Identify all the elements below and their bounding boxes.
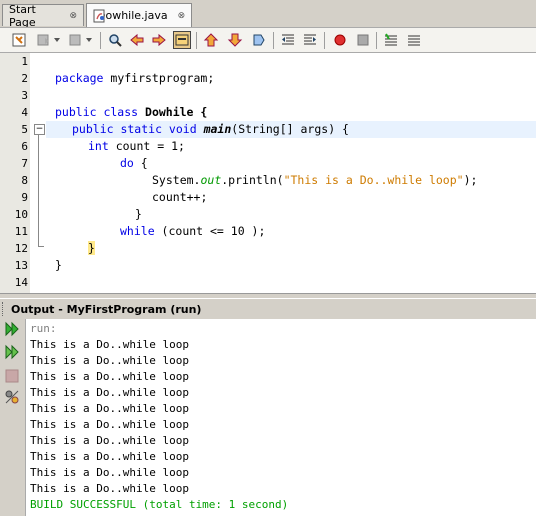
toggle-bookmark-icon[interactable] bbox=[250, 31, 268, 49]
drag-grip[interactable] bbox=[2, 302, 7, 316]
output-window-header[interactable]: Output - MyFirstProgram (run) bbox=[0, 298, 536, 319]
output-side-toolbar bbox=[0, 319, 25, 516]
chevron-down-icon[interactable] bbox=[84, 31, 94, 49]
toolbar-separator bbox=[100, 32, 101, 49]
output-line: This is a Do..while loop bbox=[30, 482, 189, 495]
line-number: 8 bbox=[21, 174, 28, 187]
line-number: 9 bbox=[21, 191, 28, 204]
toolbar-separator bbox=[196, 32, 197, 49]
settings-icon[interactable] bbox=[4, 389, 20, 405]
tab-label: Start Page bbox=[9, 2, 36, 29]
stop-icon[interactable] bbox=[4, 368, 20, 384]
code-line-11: while (count <= 10 ); bbox=[120, 224, 266, 238]
editor-tab-bar: Start Page ⊗ Dowhile.java ⊗ bbox=[0, 0, 536, 29]
line-number: 5 bbox=[21, 123, 28, 136]
uncomment-icon[interactable] bbox=[405, 31, 423, 49]
previous-bookmark-icon[interactable] bbox=[202, 31, 220, 49]
code-line-7: do { bbox=[120, 156, 148, 170]
code-line-8: System.out.println("This is a Do..while … bbox=[152, 173, 478, 187]
line-number: 10 bbox=[14, 208, 28, 221]
matched-brace: } bbox=[88, 241, 95, 255]
chevron-down-icon[interactable] bbox=[52, 31, 62, 49]
code-line-9: count++; bbox=[152, 190, 208, 204]
toolbar-separator bbox=[324, 32, 325, 49]
output-line: run: bbox=[30, 322, 57, 335]
code-line-2: package myfirstprogram; bbox=[55, 71, 215, 85]
shift-right-icon[interactable] bbox=[301, 31, 319, 49]
forward-icon[interactable] bbox=[66, 31, 84, 49]
code-line-13: } bbox=[55, 258, 62, 272]
fold-margin: − bbox=[30, 53, 46, 293]
line-number: 7 bbox=[21, 157, 28, 170]
output-line: This is a Do..while loop bbox=[30, 338, 189, 351]
toolbar-separator bbox=[376, 32, 377, 49]
line-number: 1 bbox=[21, 55, 28, 68]
tab-start-page[interactable]: Start Page ⊗ bbox=[2, 2, 84, 29]
code-line-6: int count = 1; bbox=[88, 139, 185, 153]
start-macro-icon[interactable] bbox=[331, 31, 349, 49]
output-console[interactable]: run: This is a Do..while loop This is a … bbox=[25, 319, 536, 516]
tab-label: Dowhile.java bbox=[97, 9, 168, 22]
close-icon[interactable]: ⊗ bbox=[178, 11, 186, 21]
line-number: 12 bbox=[14, 242, 28, 255]
next-bookmark-icon[interactable] bbox=[226, 31, 244, 49]
shift-left-icon[interactable] bbox=[279, 31, 297, 49]
rerun-icon[interactable] bbox=[4, 321, 20, 337]
output-title: Output - MyFirstProgram (run) bbox=[11, 302, 202, 316]
code-line-5: public static void main(String[] args) { bbox=[72, 122, 349, 136]
output-line: This is a Do..while loop bbox=[30, 370, 189, 383]
toolbar-separator bbox=[273, 32, 274, 49]
fold-collapse-icon[interactable]: − bbox=[34, 124, 45, 135]
line-number: 13 bbox=[14, 259, 28, 272]
output-line: This is a Do..while loop bbox=[30, 418, 189, 431]
output-line: This is a Do..while loop bbox=[30, 354, 189, 367]
output-line: This is a Do..while loop bbox=[30, 466, 189, 479]
line-number: 3 bbox=[21, 89, 28, 102]
line-number: 14 bbox=[14, 276, 28, 289]
output-line: This is a Do..while loop bbox=[30, 386, 189, 399]
comment-icon[interactable] bbox=[382, 31, 400, 49]
line-number: 2 bbox=[21, 72, 28, 85]
output-line: This is a Do..while loop bbox=[30, 434, 189, 447]
close-icon[interactable]: ⊗ bbox=[69, 11, 77, 21]
line-number: 11 bbox=[14, 225, 28, 238]
line-number: 4 bbox=[21, 106, 28, 119]
find-icon[interactable] bbox=[106, 31, 124, 49]
fold-line-end bbox=[38, 246, 44, 247]
tab-dowhile-java[interactable]: Dowhile.java ⊗ bbox=[86, 3, 192, 27]
build-status: BUILD SUCCESSFUL (total time: 1 second) bbox=[30, 498, 289, 511]
code-line-4: public class Dowhile { bbox=[55, 105, 208, 119]
find-next-icon[interactable] bbox=[150, 31, 168, 49]
back-icon[interactable] bbox=[34, 31, 52, 49]
fold-line bbox=[38, 135, 39, 246]
rerun-with-options-icon[interactable] bbox=[4, 344, 20, 360]
code-editor[interactable]: − 1 2 3 4 5 6 7 8 9 10 11 12 13 14 packa… bbox=[0, 53, 536, 294]
output-line: This is a Do..while loop bbox=[30, 402, 189, 415]
find-previous-icon[interactable] bbox=[128, 31, 146, 49]
toggle-highlight-icon[interactable] bbox=[173, 31, 191, 49]
code-line-10: } bbox=[135, 207, 142, 221]
line-number: 6 bbox=[21, 140, 28, 153]
source-history-icon[interactable] bbox=[10, 31, 28, 49]
code-line-12: } bbox=[88, 240, 95, 257]
stop-macro-icon[interactable] bbox=[354, 31, 372, 49]
editor-toolbar bbox=[0, 27, 536, 53]
output-line: This is a Do..while loop bbox=[30, 450, 189, 463]
